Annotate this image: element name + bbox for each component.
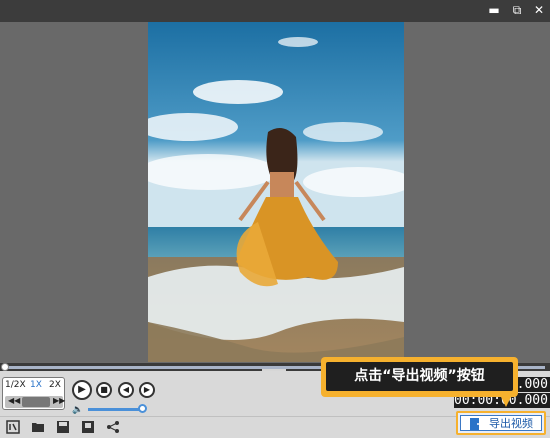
volume-handle[interactable] — [138, 404, 147, 413]
minimize-icon[interactable]: ▬ — [486, 2, 502, 18]
tooltip-text: 点击“导出视频”按钮 — [326, 362, 513, 391]
rewind-icon[interactable]: ◀◀ — [8, 396, 20, 405]
video-frame[interactable] — [148, 22, 404, 362]
speed-option-half[interactable]: 1/2X — [5, 380, 26, 390]
speed-option-2x[interactable]: 2X — [49, 380, 61, 390]
restore-icon[interactable]: ⧉ — [509, 2, 525, 18]
preview-stage — [0, 22, 550, 362]
previous-frame-button[interactable]: ◀ — [118, 382, 134, 398]
volume-slider[interactable] — [88, 408, 142, 411]
tooltip-pointer — [500, 395, 512, 407]
share-icon[interactable] — [106, 420, 120, 434]
export-video-label: 导出视频 — [489, 417, 533, 430]
export-video-highlight: 导出视频 — [456, 411, 546, 435]
speed-option-1x[interactable]: 1X — [30, 380, 42, 390]
volume-icon[interactable]: 🔈 — [72, 405, 83, 415]
save-as-icon[interactable] — [81, 420, 95, 434]
next-frame-button[interactable]: ▶ — [139, 382, 155, 398]
seek-handle[interactable] — [1, 363, 9, 371]
stop-button[interactable]: ■ — [96, 382, 112, 398]
video-image — [148, 22, 404, 362]
export-icon — [470, 418, 484, 430]
speed-slider-handle[interactable] — [22, 397, 50, 407]
export-video-button[interactable]: 导出视频 — [460, 415, 542, 431]
title-bar: ▬ ⧉ ✕ — [0, 0, 550, 22]
edit-icon[interactable] — [6, 420, 20, 434]
speed-selector[interactable]: 1/2X 1X 2X ◀◀ ▶▶ — [2, 377, 65, 410]
close-icon[interactable]: ✕ — [531, 2, 547, 18]
folder-open-icon[interactable] — [31, 420, 45, 434]
fast-forward-icon[interactable]: ▶▶ — [53, 396, 65, 405]
speed-slider-track[interactable]: ◀◀ ▶▶ — [5, 396, 65, 408]
play-button[interactable]: ▶ — [72, 380, 92, 400]
tooltip-callout: 点击“导出视频”按钮 — [321, 357, 518, 397]
save-icon[interactable] — [56, 420, 70, 434]
